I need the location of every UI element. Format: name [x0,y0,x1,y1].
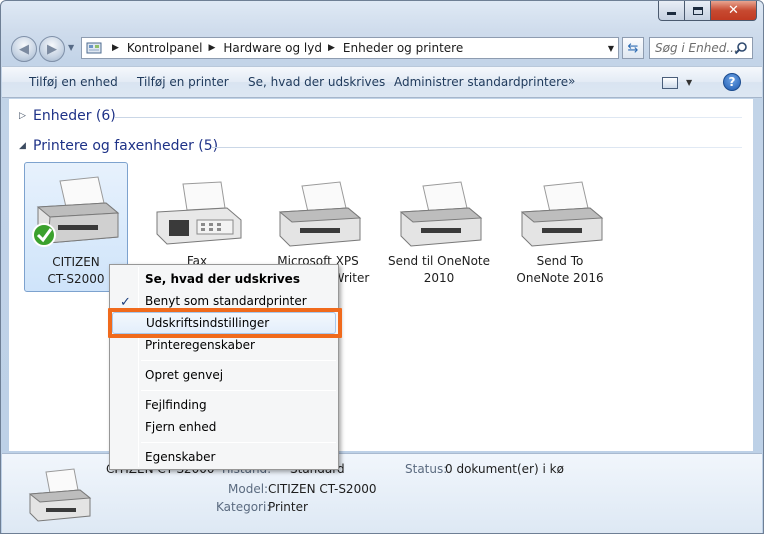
detail-model-value: CITIZEN CT-S2000 [268,482,377,496]
menu-troubleshoot[interactable]: Fejlfinding [112,394,336,416]
close-icon: ✕ [728,3,739,18]
command-bar: Tilføj en enhed Tilføj en printer Se, hv… [2,66,762,98]
recent-pages-dropdown[interactable]: ▼ [68,43,74,52]
menu-see-whats-printing[interactable]: Se, hvad der udskrives [112,268,336,290]
see-whats-printing-button[interactable]: Se, hvad der udskrives [248,75,385,89]
detail-queue-key: Status: [405,462,448,476]
search-input[interactable]: Søg i Enhed... [649,37,753,59]
breadcrumb-devices-printers[interactable]: Enheder og printere [343,41,463,55]
device-name-line1: Send til OneNote [387,254,491,268]
minimize-button[interactable] [658,1,685,21]
group-devices[interactable]: ▷ Enheder (6) [19,108,116,124]
annotation-highlight-box [108,308,342,338]
device-name-line1: Send To [536,254,584,268]
minimize-icon [667,12,676,15]
more-commands-button[interactable]: » [568,74,575,88]
printer-onenote-2010[interactable]: Send til OneNote 2010 [387,162,491,292]
printer-icon [278,181,362,247]
printer-icon [28,468,92,522]
explorer-window: ✕ ◀ ▶ ▼ ▶ Kontrolpanel ▶ Hardware og lyd… [0,0,764,534]
group-divider [211,147,742,148]
control-panel-icon [86,42,102,54]
breadcrumb-kontrolpanel[interactable]: Kontrolpanel [127,41,203,55]
breadcrumb-separator[interactable]: ▶ [208,43,215,53]
maximize-icon [692,6,703,15]
device-name-line2: 2010 [423,271,455,285]
close-button[interactable]: ✕ [711,1,757,21]
menu-properties[interactable]: Egenskaber [112,446,336,468]
manage-default-printers-button[interactable]: Administrer standardprintere [394,75,568,89]
caption-buttons: ✕ [658,1,757,21]
back-button[interactable]: ◀ [11,36,37,62]
search-icon[interactable] [734,41,748,55]
context-menu: Se, hvad der udskrives ✓ Benyt som stand… [109,264,339,470]
breadcrumb-hardware[interactable]: Hardware og lyd [223,41,322,55]
printer-onenote-2016[interactable]: Send To OneNote 2016 [508,162,612,292]
refresh-icon: ⇆ [627,40,639,56]
change-view-icon[interactable] [662,77,678,89]
fax-icon [156,181,242,245]
breadcrumb-separator[interactable]: ▶ [112,43,119,53]
address-bar[interactable]: ▶ Kontrolpanel ▶ Hardware og lyd ▶ Enhed… [81,37,619,59]
collapse-arrow-icon[interactable]: ◢ [19,141,27,151]
arrow-left-icon: ◀ [19,41,29,57]
detail-category-key: Kategori: [216,500,271,514]
printer-icon [32,176,120,247]
printer-icon [520,181,604,247]
menu-separator [141,390,336,391]
breadcrumb-separator[interactable]: ▶ [328,43,335,53]
detail-category-value: Printer [268,500,308,514]
group-printers-label: Printere og faxenheder (5) [33,138,219,154]
detail-model-key: Model: [228,482,269,496]
add-printer-button[interactable]: Tilføj en printer [137,75,229,89]
help-icon[interactable]: ? [723,73,741,91]
address-dropdown-icon[interactable]: ▼ [608,44,614,53]
add-device-button[interactable]: Tilføj en enhed [29,75,118,89]
refresh-button[interactable]: ⇆ [622,37,644,59]
menu-separator [141,442,336,443]
maximize-button[interactable] [685,1,711,21]
menu-create-shortcut[interactable]: Opret genvej [112,364,336,386]
device-name-line2: OneNote 2016 [516,271,604,285]
forward-button[interactable]: ▶ [39,36,65,62]
group-divider [114,117,742,118]
menu-separator [141,360,336,361]
detail-queue-value: 0 dokument(er) i kø [445,462,564,476]
default-printer-check-icon [32,223,56,247]
search-placeholder: Søg i Enhed... [655,41,738,55]
menu-set-default-printer-label: Benyt som standardprinter [145,294,307,308]
group-printers[interactable]: ◢ Printere og faxenheder (5) [19,138,218,154]
group-devices-label: Enheder (6) [33,108,116,124]
menu-remove-device[interactable]: Fjern enhed [112,416,336,438]
printer-icon [399,181,483,247]
expand-arrow-icon[interactable]: ▷ [19,111,27,121]
view-dropdown-icon[interactable]: ▼ [686,78,692,87]
arrow-right-icon: ▶ [47,41,57,57]
